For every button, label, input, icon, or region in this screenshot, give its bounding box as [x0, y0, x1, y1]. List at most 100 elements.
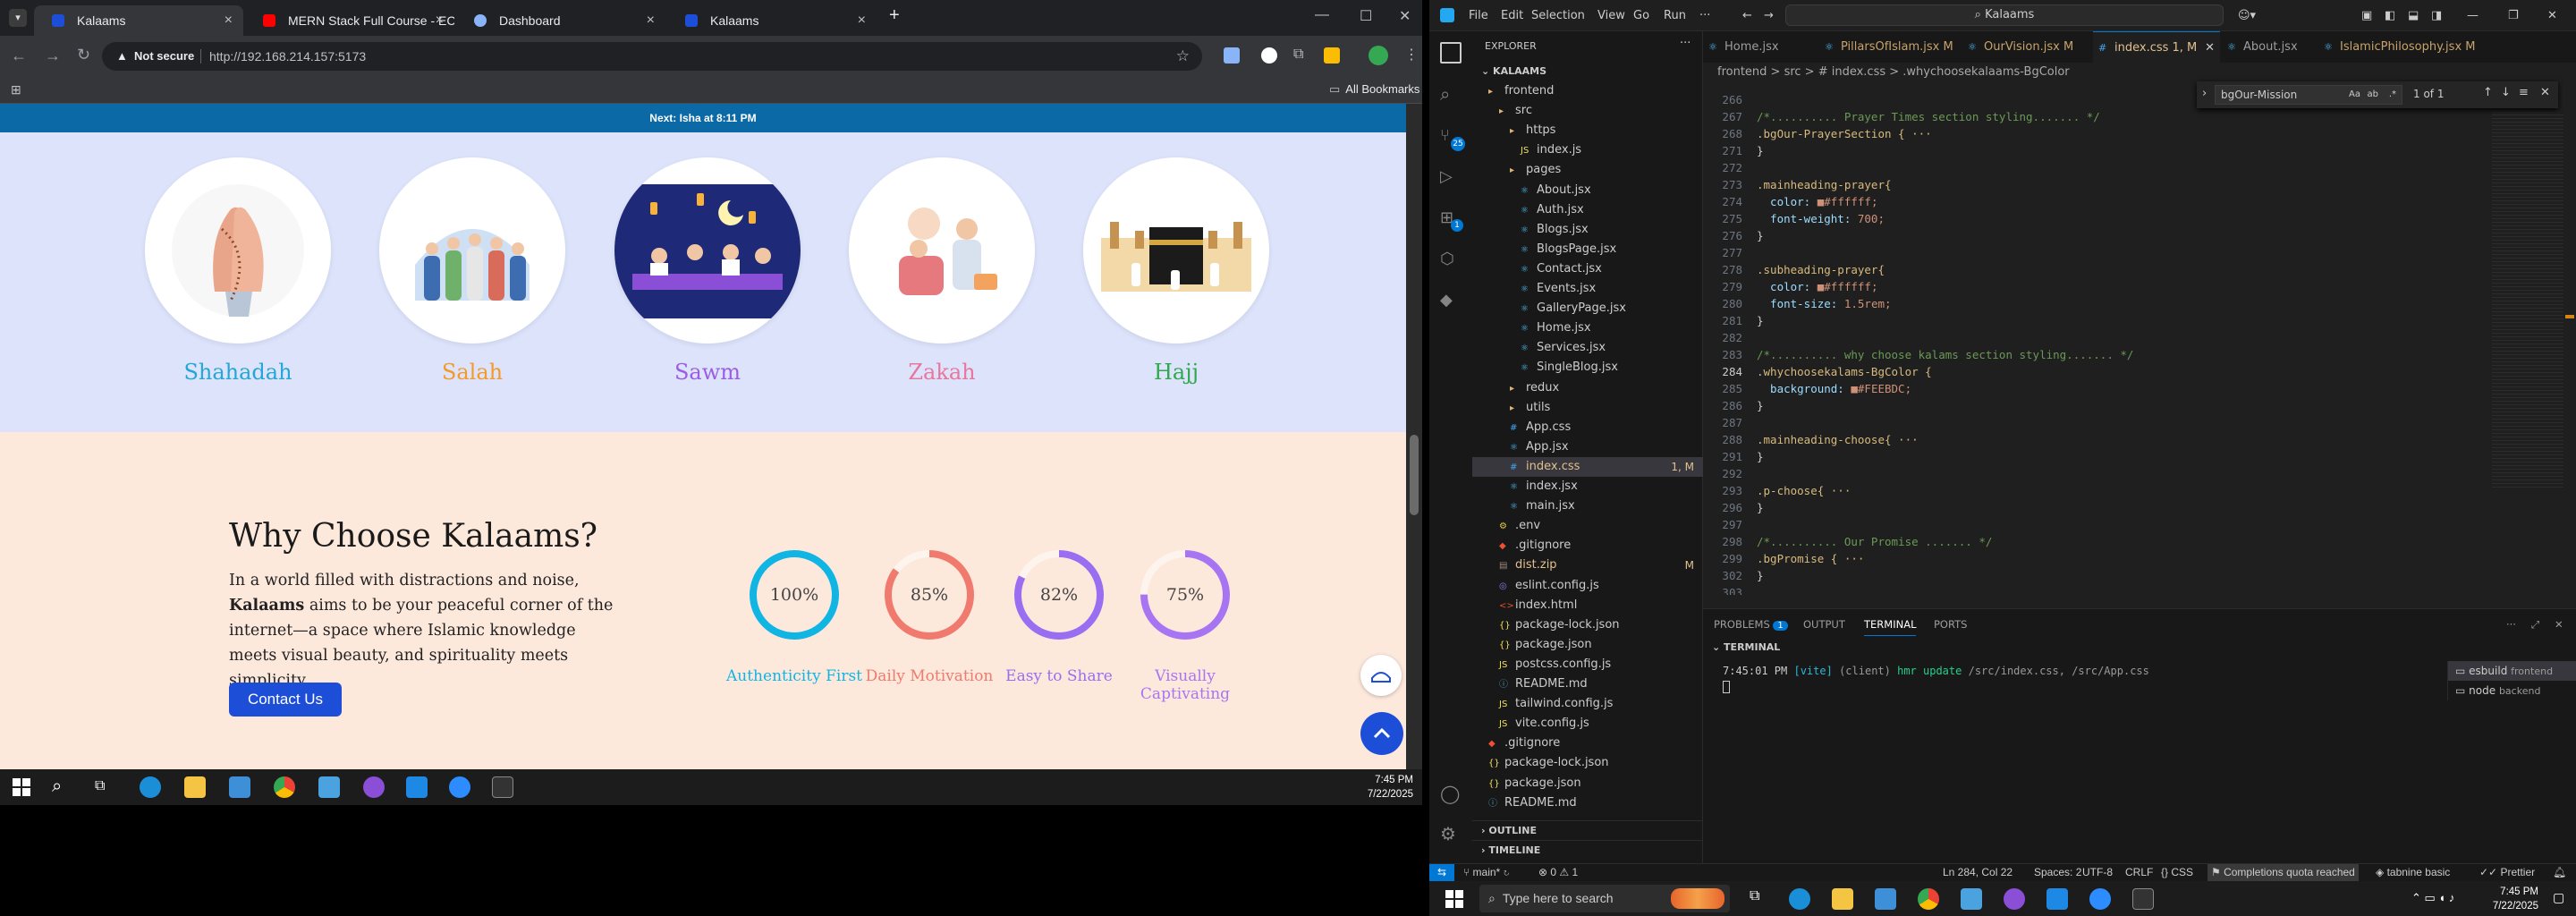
minimize-icon[interactable]: —: [2467, 9, 2479, 22]
code-line[interactable]: /*.......... why choose kalams section s…: [1757, 346, 2133, 363]
extension-icon[interactable]: [1261, 47, 1277, 64]
chrome-icon[interactable]: [1918, 888, 1939, 910]
whole-word-icon[interactable]: ab: [2368, 86, 2378, 104]
new-tab-icon[interactable]: +: [889, 5, 900, 26]
terminal-output[interactable]: 7:45:01 PM [vite] (client) hmr update /s…: [1723, 665, 2149, 693]
code-line[interactable]: .bgOur-PrayerSection { ···: [1757, 125, 1932, 142]
code-line[interactable]: }: [1757, 397, 1764, 414]
minimize-icon[interactable]: —: [1315, 7, 1329, 23]
menu-more[interactable]: ···: [1699, 9, 1710, 22]
code-line[interactable]: .subheading-prayer{: [1757, 261, 1885, 278]
eol[interactable]: CRLF: [2125, 864, 2153, 881]
cursor-position[interactable]: Ln 284, Col 22: [1943, 864, 2012, 881]
tree-file[interactable]: # App.css: [1472, 418, 1703, 437]
find-in-selection-icon[interactable]: ≡: [2519, 86, 2529, 99]
tree-file[interactable]: {} package.json: [1472, 774, 1703, 793]
tree-file[interactable]: ⚛ Blogs.jsx: [1472, 220, 1703, 240]
close-find-icon[interactable]: ✕: [2540, 86, 2550, 99]
tree-file[interactable]: JS vite.config.js: [1472, 714, 1703, 734]
close-tab-icon[interactable]: ✕: [2205, 32, 2215, 64]
close-panel-icon[interactable]: ✕: [2555, 618, 2563, 631]
scroll-to-top-button[interactable]: [1360, 712, 1403, 755]
tree-folder[interactable]: ▸ https: [1472, 121, 1703, 140]
outline-section[interactable]: › OUTLINE: [1472, 820, 1703, 840]
chrome-tab[interactable]: Kalaams ×: [34, 5, 243, 36]
previous-match-icon[interactable]: ↑: [2483, 86, 2493, 99]
terminal-icon[interactable]: [2132, 888, 2154, 910]
toggle-panel-icon[interactable]: ⬓: [2408, 9, 2419, 22]
menu-run[interactable]: Run: [1664, 9, 1686, 22]
leaf-icon[interactable]: ◆: [1440, 291, 1462, 312]
page-scrollbar[interactable]: [1406, 104, 1422, 769]
code-line[interactable]: /*.......... Our Promise ....... */: [1757, 533, 1992, 550]
layout-icon[interactable]: ▣: [2361, 9, 2372, 22]
tree-file[interactable]: ⓘ README.md: [1472, 674, 1703, 694]
scrollbar-thumb[interactable]: [1410, 435, 1419, 515]
close-tab-icon[interactable]: ×: [647, 5, 655, 36]
source-control-icon[interactable]: ⑂ 25: [1440, 126, 1465, 151]
toggle-replace-icon[interactable]: ›: [2202, 87, 2207, 100]
panel-more-icon[interactable]: ···: [2506, 618, 2516, 631]
toggle-secondary-icon[interactable]: ◨: [2431, 9, 2442, 22]
tree-file[interactable]: ⚛ Home.jsx: [1472, 318, 1703, 338]
avatar[interactable]: [1368, 46, 1388, 65]
toggle-sidebar-icon[interactable]: ◧: [2385, 9, 2395, 22]
extension-icon[interactable]: [1224, 47, 1240, 64]
breadcrumb[interactable]: frontend > src > # index.css > .whychoos…: [1703, 63, 2576, 82]
nav-back-icon[interactable]: ←: [1742, 9, 1752, 22]
vscode-icon[interactable]: [406, 776, 428, 798]
tree-folder[interactable]: ▸ redux: [1472, 378, 1703, 398]
copilot-quota[interactable]: ⚑ Completions quota reached: [2207, 864, 2359, 881]
notifications-icon[interactable]: 🔔︎: [2553, 864, 2566, 881]
tree-file[interactable]: ⚛ BlogsPage.jsx: [1472, 240, 1703, 259]
terminal-section-header[interactable]: ⌄ TERMINAL: [1712, 641, 1780, 653]
tree-file[interactable]: {} package-lock.json: [1472, 753, 1703, 773]
close-window-icon[interactable]: ✕: [1399, 7, 1411, 25]
code-view[interactable]: 266 267 /*.......... Prayer Times section …: [1703, 82, 2576, 595]
system-tray[interactable]: ⌃ ▭ ◖ ♪: [2411, 891, 2454, 905]
apps-icon[interactable]: ⊞: [11, 82, 21, 98]
edge-icon[interactable]: [140, 776, 161, 798]
tree-file[interactable]: ◎ eslint.config.js: [1472, 576, 1703, 596]
explorer-icon[interactable]: [1440, 42, 1462, 64]
close-tab-icon[interactable]: ×: [225, 5, 233, 36]
forward-icon[interactable]: →: [45, 47, 61, 65]
back-icon[interactable]: ←: [11, 47, 27, 65]
more-actions-icon[interactable]: ···: [1680, 37, 1690, 50]
close-window-icon[interactable]: ✕: [2547, 9, 2557, 22]
editor-tab[interactable]: ⚛ PillarsOfIslam.jsx M: [1819, 31, 1961, 63]
tree-file[interactable]: ▤ dist.zip M: [1472, 556, 1703, 575]
tree-folder[interactable]: ▸ frontend: [1472, 81, 1703, 101]
tree-file[interactable]: ⚛ Auth.jsx: [1472, 200, 1703, 220]
chrome-tab[interactable]: Kalaams ×: [667, 5, 877, 36]
tab-output[interactable]: OUTPUT: [1803, 618, 1845, 631]
tab-problems[interactable]: PROBLEMS 1: [1714, 618, 1788, 631]
app-icon[interactable]: [1961, 888, 1982, 910]
tree-folder[interactable]: ▸ utils: [1472, 398, 1703, 418]
task-view-icon[interactable]: ⧉: [1750, 888, 1771, 910]
menu-file[interactable]: File: [1469, 9, 1488, 22]
code-line[interactable]: .bgPromise { ···: [1757, 550, 1864, 567]
pillar-card[interactable]: Salah: [352, 157, 593, 385]
next-match-icon[interactable]: ↓: [2501, 86, 2511, 99]
vscode-icon[interactable]: [2046, 888, 2068, 910]
pillar-card[interactable]: Zakah: [821, 157, 1063, 385]
notification-center-icon[interactable]: ▢: [2553, 890, 2564, 905]
tree-file[interactable]: ◆ .gitignore: [1472, 734, 1703, 753]
command-center[interactable]: ⌕ Kalaams: [1785, 4, 2224, 26]
pillar-card[interactable]: Shahadah: [117, 157, 359, 385]
restore-icon[interactable]: ❐: [2508, 9, 2519, 22]
puzzle-icon[interactable]: ⧉: [1293, 47, 1303, 63]
remote-indicator[interactable]: ⇆: [1429, 864, 1454, 881]
reload-icon[interactable]: ↻: [77, 46, 90, 64]
tree-file[interactable]: ⓘ README.md: [1472, 793, 1703, 813]
remote-icon[interactable]: ⬡: [1440, 250, 1462, 271]
tree-file[interactable]: JS index.js: [1472, 140, 1703, 160]
code-line[interactable]: background: ■#FEEBDC;: [1757, 380, 1911, 397]
tree-file[interactable]: ⚛ Services.jsx: [1472, 338, 1703, 358]
file-explorer-icon[interactable]: [1832, 888, 1853, 910]
tree-file[interactable]: # index.css 1, M: [1472, 456, 1703, 477]
maximize-icon[interactable]: ☐: [1360, 7, 1372, 25]
store-icon[interactable]: [229, 776, 250, 798]
search-icon[interactable]: ⌕: [52, 776, 62, 797]
